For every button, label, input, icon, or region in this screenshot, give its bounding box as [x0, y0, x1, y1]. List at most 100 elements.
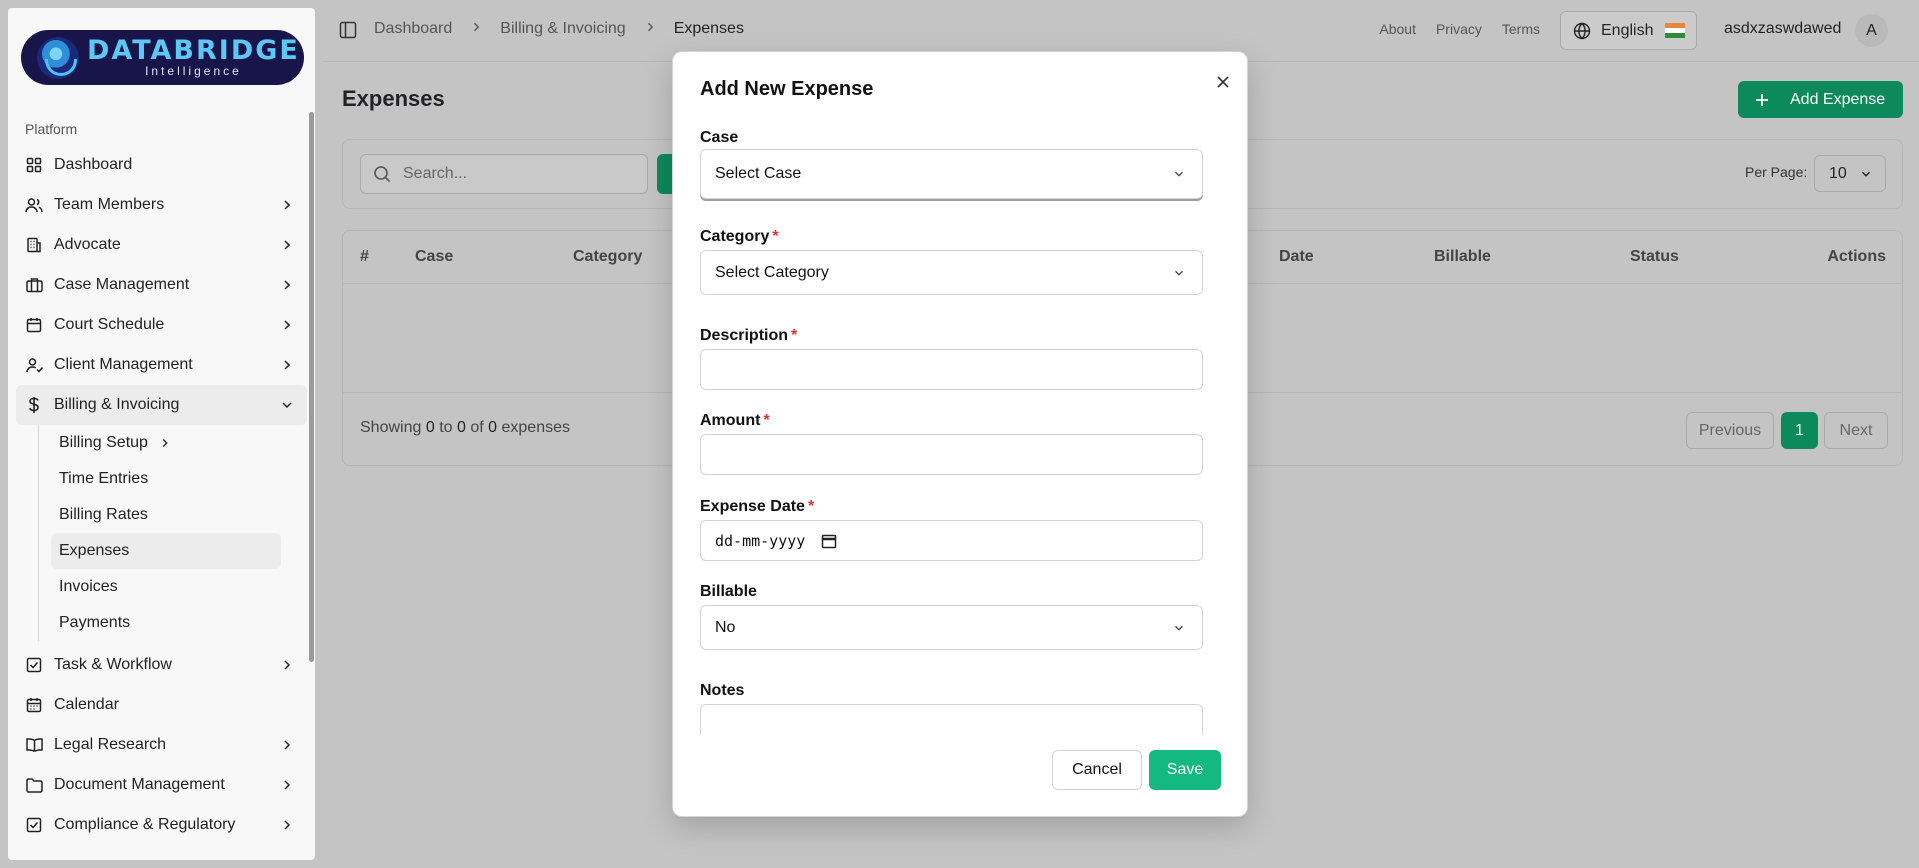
username[interactable]: asdxzaswdawed: [1724, 20, 1841, 38]
avatar[interactable]: A: [1855, 14, 1888, 47]
case-label-text: Case: [700, 129, 739, 146]
sidebar-toggle-icon[interactable]: [339, 21, 357, 39]
sidebar-item-label: Task & Workflow: [54, 656, 172, 673]
chevron-right-icon: [470, 20, 482, 38]
sidebar-subitem-label: Expenses: [59, 542, 130, 559]
breadcrumb-dashboard[interactable]: Dashboard: [374, 20, 452, 38]
sidebar-item-court-schedule[interactable]: Court Schedule: [16, 305, 307, 345]
sidebar-subitem-payments[interactable]: Payments: [51, 605, 281, 641]
sidebar-item-dashboard[interactable]: Dashboard: [16, 145, 307, 185]
sidebar-item-label: Legal Research: [54, 736, 167, 753]
header-links: About Privacy Terms: [1379, 21, 1540, 37]
notes-textarea[interactable]: [700, 704, 1203, 735]
sidebar-subitem-expenses[interactable]: Expenses: [51, 533, 281, 569]
required-marker: *: [763, 412, 770, 429]
plus-icon: [1756, 93, 1768, 106]
brand-logo[interactable]: DATABRIDGE Intelligence: [21, 30, 304, 85]
save-button[interactable]: Save: [1149, 750, 1221, 790]
chevron-down-icon: [1175, 270, 1183, 276]
expense-date-input[interactable]: dd-mm-yyyy: [700, 520, 1203, 561]
category-select[interactable]: Select Category: [700, 250, 1203, 295]
sidebar-item-label: Compliance & Regulatory: [54, 816, 236, 833]
per-page-label: Per Page:: [1745, 164, 1808, 180]
sidebar-subitem-billing-rates[interactable]: Billing Rates: [51, 497, 281, 533]
chevron-right-icon: [284, 320, 291, 330]
language-selector[interactable]: English: [1560, 11, 1697, 50]
description-input[interactable]: [700, 349, 1203, 390]
sidebar-item-client-management[interactable]: Client Management: [16, 345, 307, 385]
chevron-right-icon: [284, 360, 291, 370]
sidebar-scrollbar[interactable]: [309, 112, 314, 662]
search-input[interactable]: Search...: [360, 154, 648, 194]
chevron-right-icon: [284, 660, 291, 670]
page-number-button[interactable]: 1: [1781, 412, 1818, 449]
search-placeholder: Search...: [403, 165, 468, 182]
chevron-down-icon: [1175, 625, 1183, 631]
sidebar-item-case-management[interactable]: Case Management: [16, 265, 307, 305]
breadcrumb: Dashboard Billing & Invoicing Expenses: [374, 20, 744, 38]
per-page-select[interactable]: 10: [1814, 155, 1886, 192]
sidebar-item-advocate[interactable]: Advocate: [16, 225, 307, 265]
required-marker: *: [772, 228, 779, 245]
sidebar-item-billing-invoicing[interactable]: Billing & Invoicing: [16, 385, 307, 425]
chevron-right-icon: [162, 439, 168, 447]
brand-tagline: Intelligence: [145, 64, 242, 78]
about-link[interactable]: About: [1379, 21, 1416, 37]
next-page-button[interactable]: Next: [1824, 412, 1888, 449]
col-case: Case: [415, 248, 454, 265]
briefcase-icon: [24, 275, 44, 295]
chevron-right-icon: [284, 280, 291, 290]
search-icon: [374, 166, 391, 183]
chevron-right-icon: [284, 820, 291, 830]
case-select[interactable]: Select Case: [700, 149, 1203, 199]
user-check-icon: [24, 355, 44, 375]
sidebar-item-team-members[interactable]: Team Members: [16, 185, 307, 225]
chevron-right-icon: [284, 240, 291, 250]
sidebar-item-label: Document Management: [54, 776, 225, 793]
sidebar-subitem-label: Invoices: [59, 578, 118, 595]
billable-select[interactable]: No: [700, 605, 1203, 650]
sidebar-subitem-invoices[interactable]: Invoices: [51, 569, 281, 605]
add-expense-button[interactable]: Add Expense: [1738, 81, 1903, 118]
sidebar-item-calendar[interactable]: Calendar: [16, 685, 307, 725]
chevron-right-icon: [284, 780, 291, 790]
required-marker: *: [791, 327, 798, 344]
privacy-link[interactable]: Privacy: [1436, 21, 1482, 37]
description-label-text: Description: [700, 327, 789, 344]
chevron-right-icon: [644, 20, 656, 38]
case-select-value: Select Case: [715, 165, 802, 182]
category-label: Category *: [700, 228, 779, 246]
cancel-button[interactable]: Cancel: [1052, 750, 1142, 790]
sidebar-subitem-time-entries[interactable]: Time Entries: [51, 461, 281, 497]
building-icon: [24, 235, 44, 255]
amount-label-text: Amount: [700, 412, 761, 429]
calendar-icon[interactable]: [821, 533, 837, 549]
sidebar-item-label: Team Members: [54, 196, 165, 213]
expense-date-label: Expense Date *: [700, 498, 814, 516]
globe-icon: [1573, 22, 1591, 39]
amount-label: Amount *: [700, 412, 770, 430]
amount-input[interactable]: [700, 434, 1203, 475]
sidebar-item-document-management[interactable]: Document Management: [16, 765, 307, 805]
users-icon: [24, 195, 44, 215]
sidebar-subitem-billing-setup[interactable]: Billing Setup: [51, 425, 281, 461]
category-select-value: Select Category: [715, 263, 829, 281]
sidebar: DATABRIDGE Intelligence Platform Dashboa…: [8, 8, 315, 860]
summary-of-word: of: [470, 419, 484, 436]
col-billable: Billable: [1434, 248, 1491, 265]
sidebar-section-label: Platform: [25, 121, 78, 137]
terms-link[interactable]: Terms: [1502, 21, 1540, 37]
previous-page-button[interactable]: Previous: [1686, 412, 1774, 449]
sidebar-item-legal-research[interactable]: Legal Research: [16, 725, 307, 765]
sidebar-item-label: Calendar: [54, 696, 119, 713]
breadcrumb-billing-invoicing[interactable]: Billing & Invoicing: [500, 20, 625, 38]
sidebar-subitem-label: Time Entries: [59, 470, 149, 487]
sidebar-item-label: Case Management: [54, 276, 190, 293]
close-icon[interactable]: [1213, 72, 1233, 92]
sidebar-item-task-workflow[interactable]: Task & Workflow: [16, 645, 307, 685]
brain-logo-icon: [37, 36, 79, 79]
dialog-title: Add New Expense: [700, 78, 874, 100]
brand-name: DATABRIDGE: [87, 35, 300, 66]
col-status: Status: [1630, 248, 1679, 265]
sidebar-item-compliance-regulatory[interactable]: Compliance & Regulatory: [16, 805, 307, 845]
